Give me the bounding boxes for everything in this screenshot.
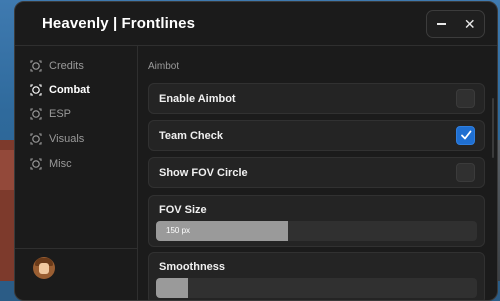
target-icon	[30, 158, 42, 170]
menu-window: Heavenly | Frontlines ✕ Credits Combat E…	[14, 1, 498, 301]
checkmark-icon	[461, 130, 472, 140]
close-button[interactable]: ✕	[460, 14, 480, 34]
toggle-label: Team Check	[159, 130, 223, 142]
toggle-label: Show FOV Circle	[159, 167, 248, 179]
avatar-face	[39, 263, 49, 274]
enable-aimbot-checkbox[interactable]	[456, 89, 475, 108]
sidebar: Credits Combat ESP Visuals Misc	[15, 46, 138, 300]
avatar[interactable]	[33, 257, 55, 279]
slider-label: Smoothness	[159, 261, 226, 273]
toggle-enable-aimbot[interactable]: Enable Aimbot	[148, 83, 485, 114]
sidebar-item-label: ESP	[49, 108, 72, 120]
title-bar[interactable]: Heavenly | Frontlines ✕	[15, 2, 497, 46]
sidebar-item-credits[interactable]: Credits	[30, 57, 84, 75]
minus-icon	[436, 23, 446, 25]
window-title: Heavenly | Frontlines	[42, 15, 196, 32]
target-icon	[30, 60, 42, 72]
target-icon	[30, 84, 42, 96]
window-controls: ✕	[426, 10, 485, 38]
sidebar-divider	[15, 248, 138, 249]
close-icon: ✕	[463, 16, 476, 32]
sidebar-item-esp[interactable]: ESP	[30, 105, 71, 123]
sidebar-item-label: Misc	[49, 158, 72, 170]
target-icon	[30, 108, 42, 120]
slider-fov-size: FOV Size 150 px	[148, 195, 485, 247]
sidebar-item-misc[interactable]: Misc	[30, 155, 72, 173]
sidebar-item-combat[interactable]: Combat	[30, 81, 90, 99]
sidebar-item-label: Combat	[49, 84, 90, 96]
section-title: Aimbot	[148, 61, 180, 72]
scrollbar[interactable]	[492, 98, 494, 158]
slider-smoothness: Smoothness	[148, 252, 485, 300]
team-check-checkbox[interactable]	[456, 126, 475, 145]
slider-label: FOV Size	[159, 204, 207, 216]
sidebar-item-label: Credits	[49, 60, 84, 72]
slider-value: 150 px	[166, 226, 191, 235]
sidebar-item-label: Visuals	[49, 133, 85, 145]
toggle-label: Enable Aimbot	[159, 93, 236, 105]
toggle-team-check[interactable]: Team Check	[148, 120, 485, 151]
target-icon	[30, 133, 42, 145]
show-fov-circle-checkbox[interactable]	[456, 163, 475, 182]
sidebar-item-visuals[interactable]: Visuals	[30, 130, 84, 148]
toggle-show-fov-circle[interactable]: Show FOV Circle	[148, 157, 485, 188]
slider-fill[interactable]	[156, 278, 189, 298]
main-content: Aimbot Enable Aimbot Team Check Show FOV…	[138, 46, 497, 300]
fov-size-slider-track[interactable]: 150 px	[156, 221, 477, 241]
smoothness-slider-track[interactable]	[156, 278, 477, 298]
minimize-button[interactable]	[431, 14, 451, 34]
